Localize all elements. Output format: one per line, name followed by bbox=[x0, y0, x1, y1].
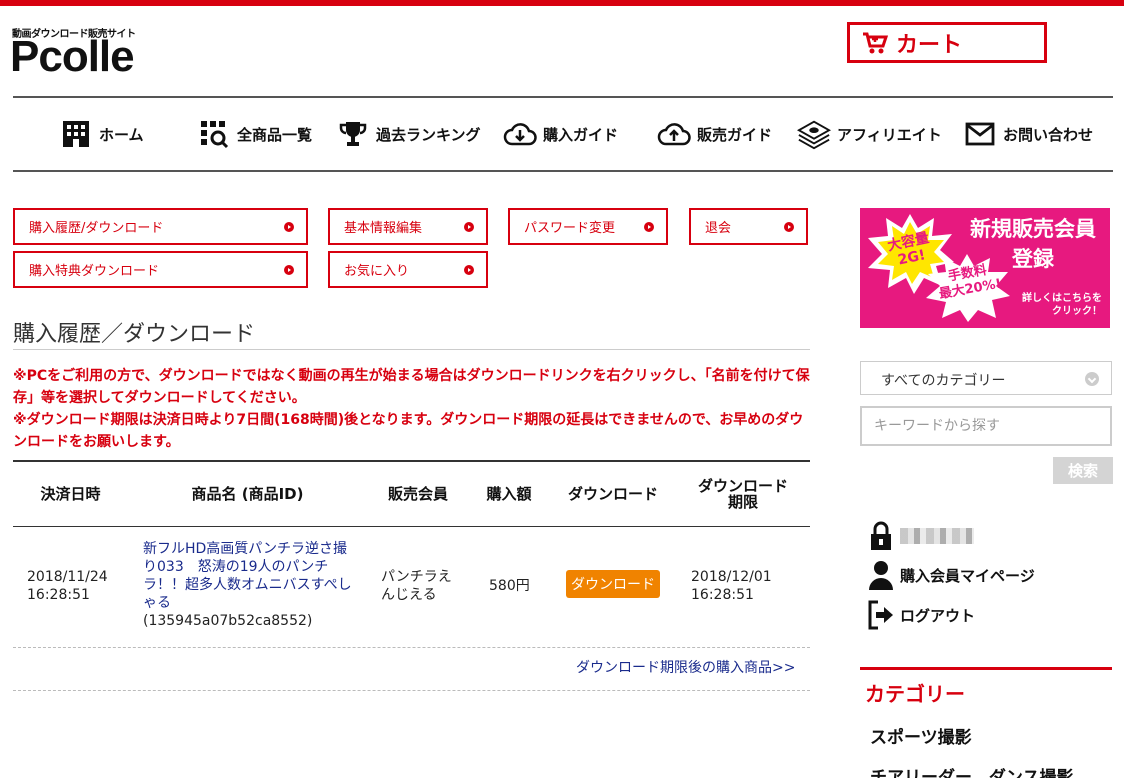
menu-purchase-history[interactable]: 購入履歴/ダウンロード bbox=[13, 208, 308, 245]
category-item[interactable]: スポーツ撮影 bbox=[870, 723, 972, 748]
category-heading: カテゴリー bbox=[865, 682, 965, 706]
site-logo[interactable]: Pcolle bbox=[10, 32, 135, 82]
top-accent-bar bbox=[0, 0, 1124, 6]
mypage-label: 購入会員マイページ bbox=[900, 566, 1035, 585]
menu-favorites[interactable]: お気に入り bbox=[328, 251, 488, 288]
nav-home[interactable]: ホーム bbox=[59, 100, 144, 168]
nav-affiliate-label: アフィリエイト bbox=[837, 125, 942, 144]
keyword-search-input[interactable] bbox=[860, 406, 1112, 446]
nav-purchase-guide[interactable]: 購入ガイド bbox=[503, 100, 618, 168]
cart-label: カート bbox=[896, 32, 963, 58]
table-bottom-divider bbox=[13, 690, 810, 691]
banner-title: 新規販売会員 登録 bbox=[970, 217, 1096, 271]
nav-sales-guide-label: 販売ガイド bbox=[697, 125, 773, 144]
search-button[interactable]: 検索 bbox=[1053, 457, 1113, 484]
grid-search-icon bbox=[197, 117, 231, 151]
arrow-circle-icon bbox=[284, 265, 294, 275]
user-icon bbox=[866, 559, 896, 591]
arrow-circle-icon bbox=[464, 222, 474, 232]
cart-icon bbox=[863, 32, 888, 53]
cloud-download-icon bbox=[503, 117, 537, 151]
masked-username bbox=[900, 528, 974, 544]
banner-cta: 詳しくはこちらを クリック！ bbox=[1022, 293, 1102, 317]
category-divider bbox=[860, 667, 1112, 670]
th-price: 購入額 bbox=[486, 485, 532, 503]
cell-expiry: 2018/12/01 16:28:51 bbox=[691, 569, 772, 603]
menu-withdraw-label: 退会 bbox=[705, 221, 732, 236]
notice-expiry: ※ダウンロード期限は決済日時より7日間(168時間)後となります。ダウンロード期… bbox=[13, 412, 804, 450]
product-id: (135945a07b52ca8552) bbox=[143, 613, 313, 629]
chevron-down-icon bbox=[1085, 372, 1099, 386]
menu-bonus-download[interactable]: 購入特典ダウンロード bbox=[13, 251, 308, 288]
lock-icon bbox=[866, 520, 896, 552]
nav-top-divider bbox=[13, 96, 1113, 98]
user-name-row bbox=[866, 520, 974, 552]
mypage-link[interactable]: 購入会員マイページ bbox=[866, 559, 1035, 591]
menu-withdraw[interactable]: 退会 bbox=[689, 208, 808, 245]
main-nav: ホーム 全商品一覧 過去ランキング 購入ガイド 販売ガイド アフィリエイト お問… bbox=[13, 100, 1113, 168]
trophy-icon bbox=[336, 117, 370, 151]
nav-purchase-guide-label: 購入ガイド bbox=[543, 125, 619, 144]
cart-button[interactable]: カート bbox=[847, 22, 1047, 63]
download-button[interactable]: ダウンロード bbox=[566, 570, 660, 598]
nav-ranking[interactable]: 過去ランキング bbox=[336, 100, 481, 168]
cell-seller: パンチラえんじえる bbox=[381, 569, 452, 603]
th-expiry: ダウンロード 期限 bbox=[697, 477, 788, 511]
nav-contact[interactable]: お問い合わせ bbox=[963, 100, 1093, 168]
nav-home-label: ホーム bbox=[99, 125, 144, 144]
arrow-circle-icon bbox=[464, 265, 474, 275]
menu-favorites-label: お気に入り bbox=[344, 264, 410, 279]
product-link[interactable]: 新フルHD高画質パンチラ逆さ撮り033 怒涛の19人のパンチラ！！超多人数オムニ… bbox=[143, 541, 352, 611]
arrow-circle-icon bbox=[284, 222, 294, 232]
cell-product: 新フルHD高画質パンチラ逆さ撮り033 怒涛の19人のパンチラ！！超多人数オムニ… bbox=[143, 540, 353, 630]
th-download: ダウンロード bbox=[567, 485, 658, 503]
category-item[interactable]: チアリーダー、ダンス撮影 bbox=[870, 763, 1074, 778]
menu-purchase-history-label: 購入履歴/ダウンロード bbox=[29, 221, 164, 236]
nav-sales-guide[interactable]: 販売ガイド bbox=[657, 100, 772, 168]
nav-contact-label: お問い合わせ bbox=[1003, 125, 1094, 144]
logout-icon bbox=[866, 599, 896, 631]
logout-label: ログアウト bbox=[900, 606, 976, 625]
nav-all-products-label: 全商品一覧 bbox=[237, 125, 313, 144]
cell-payment-date: 2018/11/24 16:28:51 bbox=[27, 569, 108, 603]
th-product: 商品名 (商品ID) bbox=[191, 485, 304, 503]
category-select[interactable]: すべてのカテゴリー bbox=[860, 361, 1112, 395]
category-select-value: すべてのカテゴリー bbox=[881, 373, 1006, 389]
table-header-border bbox=[13, 526, 810, 527]
arrow-circle-icon bbox=[784, 222, 794, 232]
menu-profile-edit-label: 基本情報編集 bbox=[344, 221, 423, 236]
cell-price: 580円 bbox=[489, 578, 530, 594]
envelope-icon bbox=[963, 117, 997, 151]
seller-signup-banner[interactable]: 大容量 2G! 手数料 最大20%! 新規販売会員 登録 詳しくはこちらを クリ… bbox=[860, 208, 1110, 328]
menu-bonus-download-label: 購入特典ダウンロード bbox=[29, 264, 160, 279]
page-title: 購入履歴／ダウンロード bbox=[13, 322, 256, 347]
row-divider bbox=[13, 647, 810, 648]
menu-password-change-label: パスワード変更 bbox=[524, 221, 616, 236]
nav-bottom-divider bbox=[13, 170, 1113, 172]
nav-all-products[interactable]: 全商品一覧 bbox=[197, 100, 312, 168]
notice-right-click: ※PCをご利用の方で、ダウンロードではなく動画の再生が始まる場合はダウンロードリ… bbox=[13, 368, 810, 406]
th-payment-date: 決済日時 bbox=[40, 485, 101, 503]
menu-profile-edit[interactable]: 基本情報編集 bbox=[328, 208, 488, 245]
title-divider bbox=[13, 349, 810, 350]
nav-affiliate[interactable]: アフィリエイト bbox=[797, 100, 942, 168]
nav-ranking-label: 過去ランキング bbox=[376, 125, 481, 144]
cloud-upload-icon bbox=[657, 117, 691, 151]
th-seller: 販売会員 bbox=[387, 485, 448, 503]
menu-password-change[interactable]: パスワード変更 bbox=[508, 208, 668, 245]
logout-link[interactable]: ログアウト bbox=[866, 599, 975, 631]
money-stack-icon bbox=[797, 117, 831, 151]
expired-purchases-link[interactable]: ダウンロード期限後の購入商品>> bbox=[576, 657, 795, 677]
building-icon bbox=[59, 117, 93, 151]
arrow-circle-icon bbox=[644, 222, 654, 232]
